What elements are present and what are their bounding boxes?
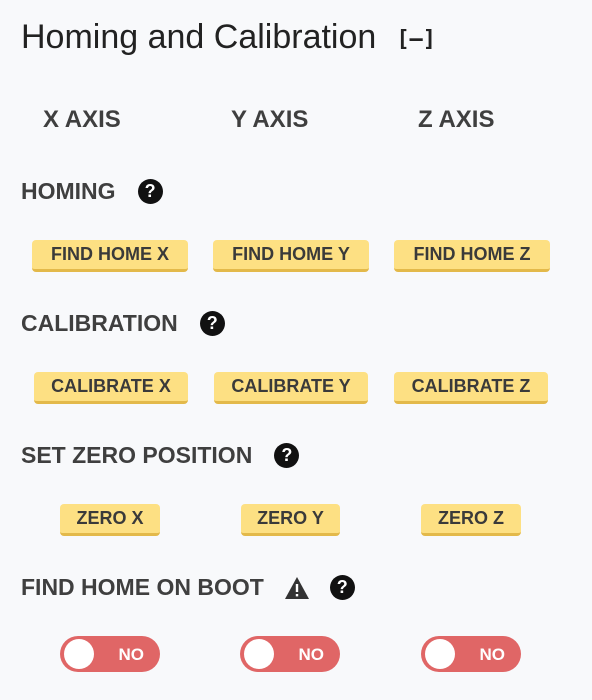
- zero-label-text: SET ZERO POSITION: [21, 442, 253, 468]
- homing-label-text: HOMING: [21, 178, 116, 204]
- calibrate-y-button[interactable]: CALIBRATE Y: [214, 372, 368, 404]
- question-circle-icon[interactable]: ?: [329, 575, 355, 600]
- zero-section-label: SET ZERO POSITION ?: [21, 442, 300, 469]
- calibrate-x-button[interactable]: CALIBRATE X: [34, 372, 188, 404]
- axis-label-y: Y AXIS: [231, 106, 309, 133]
- homing-calibration-panel: Homing and Calibration [–] X AXIS Y AXIS…: [0, 0, 592, 700]
- find-home-y-button[interactable]: FIND HOME Y: [213, 240, 369, 272]
- zero-x-button[interactable]: ZERO X: [60, 504, 160, 536]
- boot-home-z-toggle[interactable]: NO: [421, 636, 521, 672]
- calibration-section-label: CALIBRATION ?: [21, 310, 225, 337]
- panel-title: Homing and Calibration: [21, 18, 377, 56]
- boot-section-label: FIND HOME ON BOOT ?: [21, 574, 355, 601]
- homing-section-label: HOMING ?: [21, 178, 163, 205]
- zero-y-button[interactable]: ZERO Y: [241, 504, 340, 536]
- toggle-knob: [64, 639, 94, 669]
- toggle-knob: [244, 639, 274, 669]
- toggle-state: NO: [118, 645, 145, 664]
- warning-triangle-icon: [284, 576, 309, 599]
- panel-header: Homing and Calibration [–]: [21, 18, 436, 57]
- find-home-x-button[interactable]: FIND HOME X: [32, 240, 188, 272]
- axis-label-z: Z AXIS: [418, 106, 495, 133]
- boot-label-text: FIND HOME ON BOOT: [21, 574, 264, 600]
- collapse-toggle[interactable]: [–]: [396, 27, 436, 52]
- zero-z-button[interactable]: ZERO Z: [421, 504, 521, 536]
- question-circle-icon[interactable]: ?: [274, 443, 300, 468]
- find-home-z-button[interactable]: FIND HOME Z: [394, 240, 550, 272]
- boot-home-y-toggle[interactable]: NO: [240, 636, 340, 672]
- toggle-state: NO: [298, 645, 325, 664]
- question-circle-icon[interactable]: ?: [137, 179, 163, 204]
- question-circle-icon[interactable]: ?: [199, 311, 225, 336]
- toggle-knob: [425, 639, 455, 669]
- axis-label-x: X AXIS: [43, 106, 121, 133]
- calibration-label-text: CALIBRATION: [21, 310, 178, 336]
- boot-home-x-toggle[interactable]: NO: [60, 636, 160, 672]
- toggle-state: NO: [479, 645, 506, 664]
- calibrate-z-button[interactable]: CALIBRATE Z: [394, 372, 548, 404]
